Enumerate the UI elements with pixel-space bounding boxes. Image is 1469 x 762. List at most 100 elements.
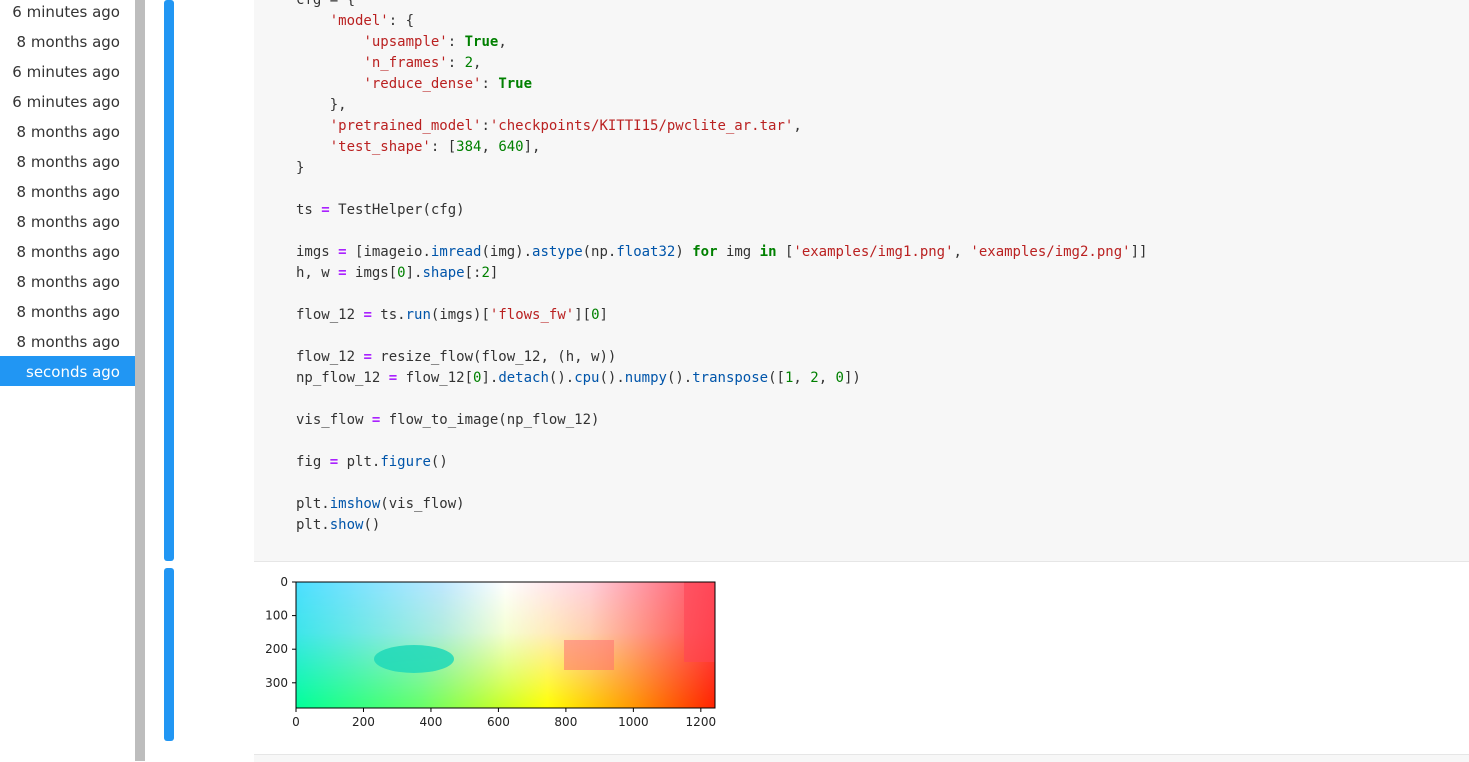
- history-item[interactable]: 8 months ago: [0, 271, 135, 301]
- code-token: :: [447, 34, 465, 50]
- code-token: imgs[: [346, 265, 398, 281]
- code-token: (imgs)[: [430, 307, 490, 323]
- code-token: flow_12: [296, 307, 364, 323]
- code-line: 'reduce_dense': True: [296, 74, 1147, 95]
- history-item[interactable]: 8 months ago: [0, 211, 135, 241]
- code-token: (): [363, 517, 381, 533]
- code-line: ts = TestHelper(cfg): [296, 200, 1147, 221]
- code-cell[interactable]: cfg = { 'model': { 'upsample': True, 'n_…: [254, 0, 1469, 562]
- code-token: }: [296, 160, 305, 176]
- history-item[interactable]: 6 minutes ago: [0, 91, 135, 121]
- code-token: plt.: [296, 517, 330, 533]
- code-token: [imageio: [346, 244, 423, 260]
- code-token: img: [717, 244, 760, 260]
- code-line: np_flow_12 = flow_12[0].detach().cpu().n…: [296, 368, 1147, 389]
- code-token: : [: [430, 139, 457, 155]
- code-token: ,: [793, 370, 811, 386]
- flow-image-plot: 0 200 400 600 800 1000 1200 0 100 200 300: [265, 575, 716, 729]
- history-item[interactable]: 6 minutes ago: [0, 61, 135, 91]
- history-item[interactable]: 6 minutes ago: [0, 1, 135, 31]
- code-line: imgs = [imageio.imread(img).astype(np.fl…: [296, 242, 1147, 263]
- code-token: np_flow_12: [296, 370, 389, 386]
- code-token: (np.: [582, 244, 617, 260]
- code-token: run: [405, 307, 431, 323]
- code-token: ,: [793, 118, 802, 134]
- code-token: =: [321, 202, 330, 218]
- code-line: }: [296, 158, 1147, 179]
- code-token: for: [692, 244, 718, 260]
- code-line: vis_flow = flow_to_image(np_flow_12): [296, 410, 1147, 431]
- code-token: h, w: [296, 265, 339, 281]
- code-token: 'flows_fw': [489, 307, 575, 323]
- history-item[interactable]: 8 months ago: [0, 301, 135, 331]
- code-token: astype: [532, 244, 583, 260]
- code-editor[interactable]: cfg = { 'model': { 'upsample': True, 'n_…: [296, 0, 1147, 536]
- history-item[interactable]: 8 months ago: [0, 151, 135, 181]
- code-token: (vis_flow): [380, 496, 465, 512]
- code-token: float32: [616, 244, 676, 260]
- code-line: 'test_shape': [384, 640],: [296, 137, 1147, 158]
- y-tick-label: 300: [265, 676, 288, 690]
- code-token: flow_12[: [397, 370, 474, 386]
- y-tick-label: 100: [265, 609, 288, 623]
- code-line: 'pretrained_model':'checkpoints/KITTI15/…: [296, 116, 1147, 137]
- code-cell-selection-bar[interactable]: [164, 0, 174, 561]
- x-tick-label: 400: [419, 715, 442, 729]
- code-token: ]]: [1130, 244, 1148, 260]
- y-tick-label: 200: [265, 642, 288, 656]
- history-item[interactable]: 8 months ago: [0, 121, 135, 151]
- x-tick-label: 1000: [618, 715, 649, 729]
- y-axis: 0 100 200 300: [265, 575, 296, 690]
- code-line: h, w = imgs[0].shape[:2]: [296, 263, 1147, 284]
- code-token: transpose: [692, 370, 769, 386]
- history-item[interactable]: 8 months ago: [0, 181, 135, 211]
- code-token: 'upsample': [363, 34, 448, 50]
- code-token: ]): [843, 370, 861, 386]
- history-item[interactable]: 8 months ago: [0, 31, 135, 61]
- code-token: imshow: [329, 496, 381, 512]
- code-line: fig = plt.figure(): [296, 452, 1147, 473]
- code-line: plt.show(): [296, 515, 1147, 536]
- code-token: 'model': [329, 13, 389, 29]
- code-token: 2: [810, 370, 819, 386]
- code-token: =: [363, 307, 372, 323]
- code-token: ): [675, 244, 693, 260]
- code-token: (img).: [481, 244, 533, 260]
- code-token: ,: [481, 139, 499, 155]
- code-token: : {: [388, 13, 415, 29]
- code-token: ().: [599, 370, 625, 386]
- history-item[interactable]: seconds ago: [0, 356, 135, 386]
- code-token: flow_to_image(np_flow_12): [380, 412, 600, 428]
- history-item[interactable]: 8 months ago: [0, 241, 135, 271]
- code-token: 2: [464, 55, 474, 71]
- code-token: 2: [481, 265, 490, 281]
- history-panel: 6 minutes ago 8 months ago 6 minutes ago 6 …: [0, 0, 135, 761]
- code-token: imread: [430, 244, 482, 260]
- flow-image: [296, 582, 715, 708]
- code-token: True: [498, 76, 533, 92]
- code-line: cfg = {: [296, 0, 1147, 11]
- code-token: ][: [574, 307, 592, 323]
- code-token: ,: [818, 370, 836, 386]
- code-token: 640: [498, 139, 524, 155]
- output-cell-selection-bar[interactable]: [164, 568, 174, 741]
- code-token: :: [481, 76, 499, 92]
- code-token: :: [481, 118, 490, 134]
- code-token: =: [329, 454, 339, 470]
- code-token: 'pretrained_model': [329, 118, 482, 134]
- history-scrollbar[interactable]: [135, 0, 145, 761]
- code-token: 0: [591, 307, 600, 323]
- code-token: ts: [296, 202, 322, 218]
- code-token: ts.: [371, 307, 406, 323]
- code-token: vis_flow: [296, 412, 372, 428]
- code-line: plt.imshow(vis_flow): [296, 494, 1147, 515]
